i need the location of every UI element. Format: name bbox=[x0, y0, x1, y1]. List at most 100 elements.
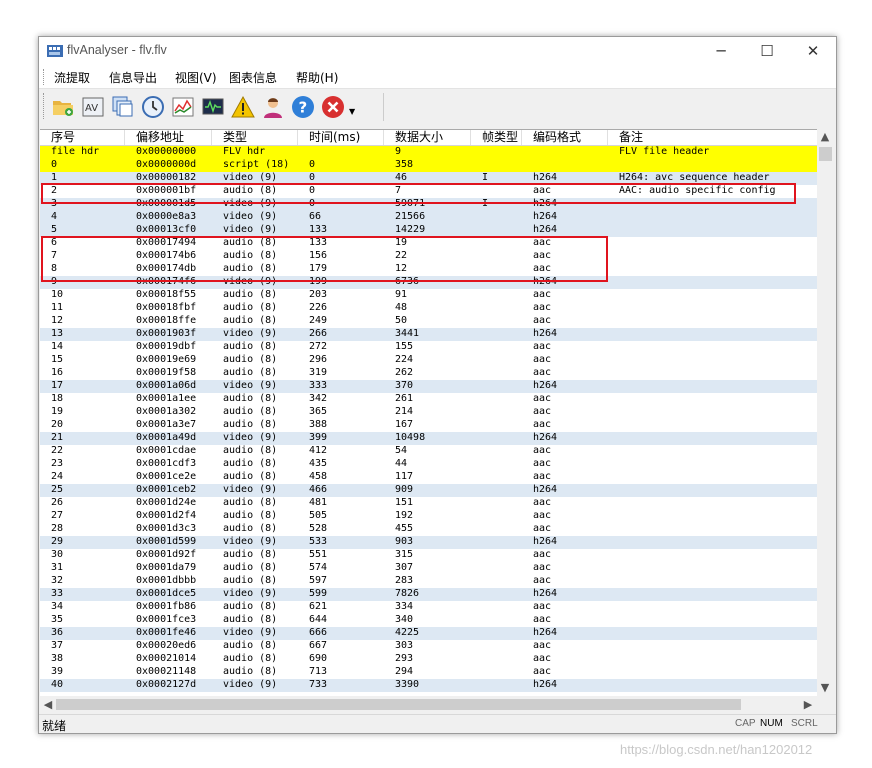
close-file-button[interactable] bbox=[321, 95, 345, 119]
table-row[interactable]: 39 0x00021148 audio (8) 713 294 aac bbox=[40, 666, 818, 679]
col-header-size[interactable]: 数据大小 bbox=[384, 130, 471, 145]
close-button[interactable]: ✕ bbox=[790, 37, 836, 66]
table-row[interactable]: 27 0x0001d2f4 audio (8) 505 192 aac bbox=[40, 510, 818, 523]
maximize-button[interactable]: ☐ bbox=[744, 37, 790, 66]
cell-index: 15 bbox=[51, 354, 64, 365]
table-row[interactable]: 21 0x0001a49d video (9) 399 10498 h264 bbox=[40, 432, 818, 445]
scroll-up-icon[interactable]: ▲ bbox=[817, 128, 833, 145]
bitrate-button[interactable] bbox=[201, 95, 225, 119]
table-row[interactable]: file hdr 0x00000000 FLV hdr 9 FLV file heade… bbox=[40, 146, 818, 159]
scroll-left-icon[interactable]: ◀ bbox=[40, 696, 56, 713]
table-row[interactable]: 10 0x00018f55 audio (8) 203 91 aac bbox=[40, 289, 818, 302]
cell-size: 10498 bbox=[395, 432, 426, 443]
table-row[interactable]: 13 0x0001903f video (9) 266 3441 h264 bbox=[40, 328, 818, 341]
wave-chart-button[interactable] bbox=[171, 95, 195, 119]
cell-frame-type bbox=[471, 406, 522, 419]
menu-grip bbox=[43, 69, 46, 85]
table-row[interactable]: 34 0x0001fb86 audio (8) 621 334 aac bbox=[40, 601, 818, 614]
cell-index: 39 bbox=[51, 666, 64, 677]
av-button[interactable]: AV bbox=[81, 95, 105, 119]
cell-codec: aac bbox=[533, 575, 552, 586]
toolbar-overflow-button[interactable]: ▼ bbox=[347, 95, 357, 119]
table-row[interactable]: 17 0x0001a06d video (9) 333 370 h264 bbox=[40, 380, 818, 393]
scroll-right-icon[interactable]: ▶ bbox=[800, 696, 816, 713]
cell-time: 644 bbox=[309, 614, 328, 625]
menu-chart-info[interactable]: 图表信息 bbox=[229, 69, 277, 86]
table-row[interactable]: 14 0x00019dbf audio (8) 272 155 aac bbox=[40, 341, 818, 354]
menu-view[interactable]: 视图(V) bbox=[175, 69, 217, 86]
table-row[interactable]: 28 0x0001d3c3 audio (8) 528 455 aac bbox=[40, 523, 818, 536]
menu-info-export[interactable]: 信息导出 bbox=[109, 69, 157, 86]
table-row[interactable]: 22 0x0001cdae audio (8) 412 54 aac bbox=[40, 445, 818, 458]
table-row[interactable]: 25 0x0001ceb2 video (9) 466 909 h264 bbox=[40, 484, 818, 497]
cell-type: audio (8) bbox=[223, 354, 278, 365]
col-header-time[interactable]: 时间(ms) bbox=[298, 130, 384, 145]
menu-help[interactable]: 帮助(H) bbox=[296, 69, 338, 86]
table-row[interactable]: 20 0x0001a3e7 audio (8) 388 167 aac bbox=[40, 419, 818, 432]
col-header-codec[interactable]: 编码格式 bbox=[522, 130, 608, 145]
table-row[interactable]: 15 0x00019e69 audio (8) 296 224 aac bbox=[40, 354, 818, 367]
table-row[interactable]: 24 0x0001ce2e audio (8) 458 117 aac bbox=[40, 471, 818, 484]
num-indicator: NUM bbox=[760, 718, 783, 729]
status-bar: 就绪 CAP NUM SCRL bbox=[39, 714, 836, 733]
cell-size: 224 bbox=[395, 354, 414, 365]
table-row[interactable]: 16 0x00019f58 audio (8) 319 262 aac bbox=[40, 367, 818, 380]
menu-stream-extract[interactable]: 流提取 bbox=[54, 69, 90, 86]
col-header-frame-type[interactable]: 帧类型 bbox=[471, 130, 522, 145]
table-row[interactable]: 11 0x00018fbf audio (8) 226 48 aac bbox=[40, 302, 818, 315]
user-button[interactable] bbox=[261, 95, 285, 119]
table-row[interactable]: 23 0x0001cdf3 audio (8) 435 44 aac bbox=[40, 458, 818, 471]
table-row[interactable]: 35 0x0001fce3 audio (8) 644 340 aac bbox=[40, 614, 818, 627]
clock-button[interactable] bbox=[141, 95, 165, 119]
cell-time: 690 bbox=[309, 653, 328, 664]
col-header-index[interactable]: 序号 bbox=[40, 130, 125, 145]
table-row[interactable]: 19 0x0001a302 audio (8) 365 214 aac bbox=[40, 406, 818, 419]
cell-note bbox=[608, 354, 818, 367]
table-row[interactable]: 4 0x0000e8a3 video (9) 66 21566 h264 bbox=[40, 211, 818, 224]
table-row[interactable]: 29 0x0001d599 video (9) 533 903 h264 bbox=[40, 536, 818, 549]
table-row[interactable]: 40 0x0002127d video (9) 733 3390 h264 bbox=[40, 679, 818, 692]
cell-time: 597 bbox=[309, 575, 328, 586]
warning-button[interactable] bbox=[231, 95, 255, 119]
cell-frame-type bbox=[471, 497, 522, 510]
cell-time bbox=[298, 146, 384, 159]
cell-frame-type bbox=[471, 354, 522, 367]
table-row[interactable]: 38 0x00021014 audio (8) 690 293 aac bbox=[40, 653, 818, 666]
cell-size: 903 bbox=[395, 536, 414, 547]
title-bar[interactable]: flvAnalyser - flv.flv ─ ☐ ✕ bbox=[39, 37, 836, 66]
table-row[interactable]: 32 0x0001dbbb audio (8) 597 283 aac bbox=[40, 575, 818, 588]
table-row[interactable]: 0 0x0000000d script (18) 0 358 bbox=[40, 159, 818, 172]
cell-size: 909 bbox=[395, 484, 414, 495]
flv-tag-list[interactable]: 序号 偏移地址 类型 时间(ms) 数据大小 帧类型 编码格式 备注 file … bbox=[40, 129, 818, 697]
cell-frame-type bbox=[471, 328, 522, 341]
cell-note bbox=[608, 211, 818, 224]
cell-size: 192 bbox=[395, 510, 414, 521]
open-file-button[interactable] bbox=[51, 95, 75, 119]
cell-offset: 0x0001fe46 bbox=[136, 627, 197, 638]
col-header-note[interactable]: 备注 bbox=[608, 130, 818, 145]
table-row[interactable]: 36 0x0001fe46 video (9) 666 4225 h264 bbox=[40, 627, 818, 640]
table-row[interactable]: 33 0x0001dce5 video (9) 599 7826 h264 bbox=[40, 588, 818, 601]
cell-frame-type bbox=[471, 614, 522, 627]
help-button[interactable]: ? bbox=[291, 95, 315, 119]
cell-index: 30 bbox=[51, 549, 64, 560]
col-header-type[interactable]: 类型 bbox=[212, 130, 298, 145]
table-row[interactable]: 12 0x00018ffe audio (8) 249 50 aac bbox=[40, 315, 818, 328]
table-row[interactable]: 18 0x0001a1ee audio (8) 342 261 aac bbox=[40, 393, 818, 406]
cell-time: 458 bbox=[309, 471, 328, 482]
horizontal-scroll-thumb[interactable] bbox=[56, 699, 741, 710]
table-row[interactable]: 37 0x00020ed6 audio (8) 667 303 aac bbox=[40, 640, 818, 653]
table-row[interactable]: 26 0x0001d24e audio (8) 481 151 aac bbox=[40, 497, 818, 510]
cell-type: audio (8) bbox=[223, 614, 278, 625]
pages-button[interactable] bbox=[111, 95, 135, 119]
vertical-scrollbar[interactable]: ▲ ▼ bbox=[817, 129, 834, 696]
table-row[interactable]: 31 0x0001da79 audio (8) 574 307 aac bbox=[40, 562, 818, 575]
cell-index: 36 bbox=[51, 627, 64, 638]
vertical-scroll-thumb[interactable] bbox=[819, 147, 832, 161]
table-row[interactable]: 30 0x0001d92f audio (8) 551 315 aac bbox=[40, 549, 818, 562]
scroll-down-icon[interactable]: ▼ bbox=[817, 679, 833, 696]
horizontal-scrollbar[interactable]: ◀ ▶ bbox=[40, 696, 834, 713]
minimize-button[interactable]: ─ bbox=[698, 37, 744, 66]
col-header-offset[interactable]: 偏移地址 bbox=[125, 130, 212, 145]
cell-note bbox=[608, 497, 818, 510]
